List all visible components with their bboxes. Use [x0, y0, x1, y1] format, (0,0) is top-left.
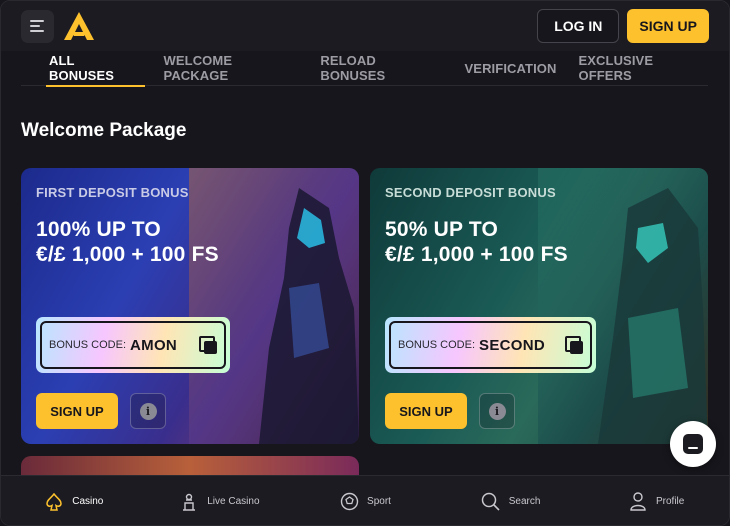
bonus-code-label: BONUS CODE:	[398, 339, 476, 351]
spade-icon	[44, 492, 64, 512]
card-signup-button[interactable]: SIGN UP	[36, 393, 118, 429]
brand-logo[interactable]	[63, 11, 95, 41]
nav-label: Profile	[655, 496, 685, 507]
bonus-card-first-deposit: FIRST DEPOSIT BONUS 100% UP TO €/£ 1,000…	[21, 168, 359, 444]
card-info-button[interactable]: i	[479, 393, 515, 429]
copy-icon[interactable]	[565, 336, 583, 354]
bonus-code-value: AMON	[130, 336, 178, 354]
tab-verification[interactable]: VERIFICATION	[465, 51, 557, 86]
signup-button[interactable]: SIGN UP	[627, 9, 709, 43]
tab-all-bonuses[interactable]: ALL BONUSES	[46, 51, 145, 87]
bottom-nav: Casino Live Casino Sport Search Profile	[1, 475, 729, 525]
nav-label: Sport	[367, 496, 391, 507]
live-chat-button[interactable]	[670, 421, 716, 467]
bonus-code-box[interactable]: BONUS CODE: AMON	[36, 317, 230, 373]
info-icon: i	[488, 402, 506, 420]
bonus-code-box[interactable]: BONUS CODE: SECOND	[385, 317, 596, 373]
nav-label: Casino	[72, 496, 104, 507]
nav-item-sport[interactable]: Sport	[292, 476, 438, 525]
bonus-tabs: ALL BONUSES WELCOME PACKAGE RELOAD BONUS…	[21, 51, 708, 87]
soccer-ball-icon	[339, 492, 359, 512]
card-artwork-image	[189, 168, 359, 444]
nav-item-casino[interactable]: Casino	[1, 476, 147, 525]
card-signup-button[interactable]: SIGN UP	[385, 393, 467, 429]
chat-icon	[683, 434, 703, 454]
card-label: SECOND DEPOSIT BONUS	[385, 185, 556, 200]
nav-item-live-casino[interactable]: Live Casino	[147, 476, 293, 525]
tab-welcome-package[interactable]: WELCOME PACKAGE	[164, 51, 299, 86]
menu-icon	[30, 20, 44, 22]
nav-item-search[interactable]: Search	[438, 476, 584, 525]
search-icon	[481, 492, 501, 512]
dealer-icon	[179, 492, 199, 512]
bonus-code-label: BONUS CODE:	[49, 339, 127, 351]
info-icon: i	[139, 402, 157, 420]
card-artwork-image	[538, 168, 708, 444]
tab-reload-bonuses[interactable]: RELOAD BONUSES	[320, 51, 442, 86]
nav-label: Search	[508, 496, 541, 507]
bonus-card-second-deposit: SECOND DEPOSIT BONUS 50% UP TO €/£ 1,000…	[370, 168, 708, 444]
header-actions: LOG IN SIGN UP	[537, 9, 709, 43]
card-label: FIRST DEPOSIT BONUS	[36, 185, 189, 200]
app-frame: LOG IN SIGN UP ALL BONUSES WELCOME PACKA…	[0, 0, 730, 526]
card-headline: 50% UP TO €/£ 1,000 + 100 FS	[385, 218, 568, 266]
copy-icon[interactable]	[199, 336, 217, 354]
profile-icon	[628, 492, 648, 512]
top-header: LOG IN SIGN UP	[1, 1, 729, 51]
section-title: Welcome Package	[21, 120, 187, 141]
tab-exclusive-offers[interactable]: EXCLUSIVE OFFERS	[579, 51, 708, 86]
card-headline: 100% UP TO €/£ 1,000 + 100 FS	[36, 218, 219, 266]
card-info-button[interactable]: i	[130, 393, 166, 429]
nav-label: Live Casino	[207, 496, 260, 507]
menu-button[interactable]	[21, 9, 54, 43]
bonus-code-value: SECOND	[479, 336, 545, 354]
nav-item-profile[interactable]: Profile	[583, 476, 729, 525]
login-button[interactable]: LOG IN	[537, 9, 620, 43]
